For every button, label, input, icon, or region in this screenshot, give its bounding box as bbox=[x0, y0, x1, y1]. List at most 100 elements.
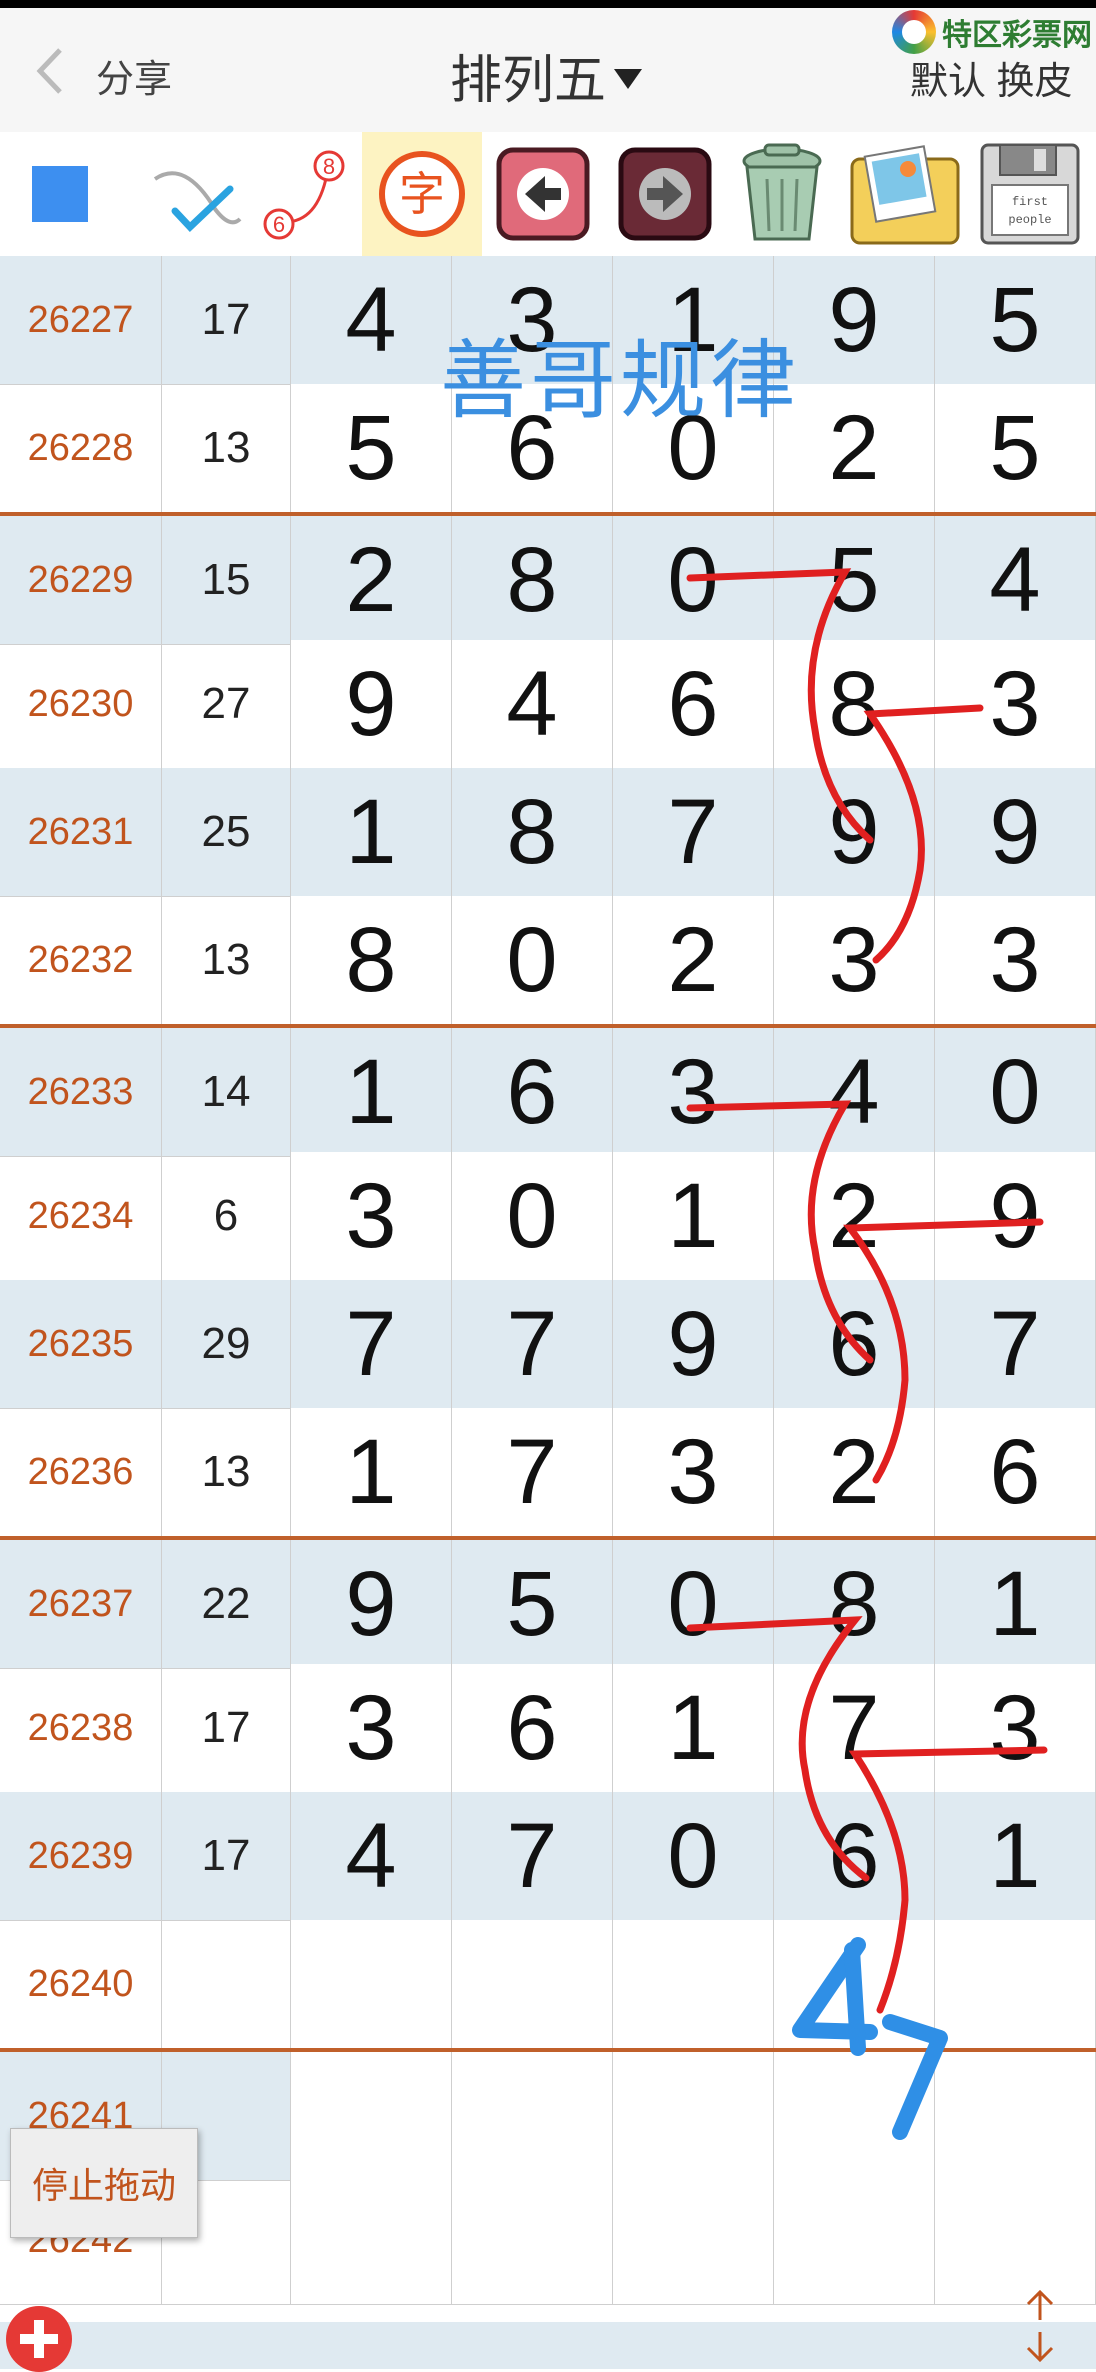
digit-cell[interactable]: 1 bbox=[291, 1408, 452, 1536]
digit-cell[interactable]: 1 bbox=[291, 1028, 452, 1156]
digit-cell[interactable]: 4 bbox=[291, 1792, 452, 1920]
skin-button[interactable]: 默认 换皮 bbox=[910, 50, 1073, 105]
digit-cell[interactable]: 5 bbox=[291, 384, 452, 512]
site-logo: 特区彩票网 bbox=[892, 10, 1092, 54]
drawing-toolbar: 8 6 字 first people bbox=[0, 132, 1096, 257]
digit-cell[interactable]: 1 bbox=[935, 1540, 1096, 1668]
issue-number: 26229 bbox=[0, 516, 162, 644]
digit-cell[interactable]: 3 bbox=[935, 1664, 1096, 1792]
digit-cell[interactable]: 7 bbox=[935, 1280, 1096, 1408]
digit-cell[interactable]: 4 bbox=[935, 516, 1096, 644]
digit-cell[interactable] bbox=[935, 2052, 1096, 2180]
digit-cell[interactable]: 0 bbox=[613, 1540, 774, 1668]
share-button[interactable]: 分享 bbox=[96, 48, 172, 103]
undo-tool[interactable] bbox=[488, 132, 598, 256]
color-tool[interactable] bbox=[10, 132, 110, 256]
link-tool[interactable]: 8 6 bbox=[255, 132, 355, 256]
pen-tool[interactable] bbox=[140, 132, 250, 256]
digit-cell[interactable]: 7 bbox=[291, 1280, 452, 1408]
issue-number: 26232 bbox=[0, 896, 162, 1024]
digit-cell[interactable] bbox=[291, 2176, 452, 2304]
digit-cell[interactable]: 6 bbox=[452, 1028, 613, 1156]
digit-cell[interactable] bbox=[935, 2176, 1096, 2304]
digit-cell[interactable]: 5 bbox=[935, 256, 1096, 384]
digit-cell[interactable]: 7 bbox=[452, 1792, 613, 1920]
digit-cell[interactable]: 1 bbox=[291, 768, 452, 896]
digit-cell[interactable] bbox=[935, 1920, 1096, 2048]
digit-cell[interactable] bbox=[613, 2052, 774, 2180]
digit-cell[interactable]: 3 bbox=[291, 1664, 452, 1792]
scroll-updown-icon[interactable] bbox=[1020, 2286, 1060, 2366]
back-chevron-icon[interactable] bbox=[32, 46, 68, 96]
image-tool[interactable] bbox=[842, 132, 967, 256]
digit-cell[interactable]: 4 bbox=[452, 640, 613, 768]
digit-cell[interactable]: 9 bbox=[935, 1152, 1096, 1280]
digit-cell[interactable] bbox=[613, 2176, 774, 2304]
digit-cell[interactable] bbox=[774, 1920, 935, 2048]
save-tool[interactable]: first people bbox=[968, 132, 1092, 256]
digit-cell[interactable]: 2 bbox=[613, 896, 774, 1024]
digit-cell[interactable]: 3 bbox=[935, 896, 1096, 1024]
digit-cell[interactable]: 1 bbox=[935, 1792, 1096, 1920]
digit-cell[interactable]: 9 bbox=[291, 640, 452, 768]
stop-drag-button[interactable]: 停止拖动 bbox=[10, 2128, 198, 2238]
digit-cell[interactable]: 0 bbox=[613, 516, 774, 644]
digit-cell[interactable]: 8 bbox=[452, 768, 613, 896]
clear-tool[interactable] bbox=[722, 132, 842, 256]
text-tool[interactable]: 字 bbox=[362, 132, 482, 256]
digit-cell[interactable]: 3 bbox=[935, 640, 1096, 768]
digit-cell[interactable]: 7 bbox=[452, 1280, 613, 1408]
table-row: 26230 27 9 4 6 8 3 bbox=[0, 640, 1096, 769]
digit-cell[interactable]: 5 bbox=[774, 516, 935, 644]
digit-cell[interactable]: 0 bbox=[935, 1028, 1096, 1156]
digit-cell[interactable]: 8 bbox=[291, 896, 452, 1024]
digit-cell[interactable] bbox=[291, 2052, 452, 2180]
digit-cell[interactable]: 6 bbox=[774, 1792, 935, 1920]
digit-cell[interactable] bbox=[452, 1920, 613, 2048]
digit-cell[interactable] bbox=[774, 2052, 935, 2180]
digit-cell[interactable]: 6 bbox=[774, 1280, 935, 1408]
digit-cell[interactable]: 7 bbox=[774, 1664, 935, 1792]
table-row: 26232 13 8 0 2 3 3 bbox=[0, 896, 1096, 1025]
digit-cell[interactable]: 9 bbox=[774, 768, 935, 896]
digit-cell[interactable]: 1 bbox=[613, 1152, 774, 1280]
link-bottom-number: 6 bbox=[273, 212, 285, 237]
digit-cell[interactable]: 7 bbox=[613, 768, 774, 896]
add-icon[interactable] bbox=[6, 2306, 72, 2372]
digit-cell[interactable]: 8 bbox=[452, 516, 613, 644]
digit-cell[interactable] bbox=[291, 1920, 452, 2048]
digit-sum: 17 bbox=[162, 1792, 291, 1920]
digit-cell[interactable] bbox=[613, 1920, 774, 2048]
digit-cell[interactable]: 5 bbox=[452, 1540, 613, 1668]
digit-cell[interactable]: 0 bbox=[452, 896, 613, 1024]
digit-cell[interactable] bbox=[452, 2176, 613, 2304]
digit-cell[interactable]: 3 bbox=[613, 1408, 774, 1536]
game-title-dropdown[interactable]: 排列五 bbox=[450, 38, 643, 113]
digit-cell[interactable]: 4 bbox=[291, 256, 452, 384]
digit-cell[interactable]: 2 bbox=[774, 1408, 935, 1536]
digit-cell[interactable]: 0 bbox=[452, 1152, 613, 1280]
digit-cell[interactable]: 9 bbox=[613, 1280, 774, 1408]
digit-cell[interactable]: 3 bbox=[774, 896, 935, 1024]
digit-cell[interactable]: 3 bbox=[291, 1152, 452, 1280]
digit-cell[interactable]: 5 bbox=[935, 384, 1096, 512]
digit-cell[interactable]: 9 bbox=[291, 1540, 452, 1668]
digit-cell[interactable]: 3 bbox=[613, 1028, 774, 1156]
redo-tool[interactable] bbox=[610, 132, 720, 256]
digit-cell[interactable]: 0 bbox=[613, 1792, 774, 1920]
digit-cell[interactable]: 9 bbox=[935, 768, 1096, 896]
digit-cell[interactable] bbox=[452, 2052, 613, 2180]
digit-cell[interactable]: 2 bbox=[291, 516, 452, 644]
digit-cell[interactable]: 2 bbox=[774, 1152, 935, 1280]
digit-cell[interactable]: 1 bbox=[613, 1664, 774, 1792]
digit-cell[interactable]: 7 bbox=[452, 1408, 613, 1536]
watermark-text: 善哥规律 bbox=[440, 333, 800, 429]
digit-cell[interactable]: 6 bbox=[613, 640, 774, 768]
digit-cell[interactable]: 6 bbox=[935, 1408, 1096, 1536]
digit-cell[interactable]: 6 bbox=[452, 1664, 613, 1792]
digit-cell[interactable] bbox=[774, 2176, 935, 2304]
digit-sum: 29 bbox=[162, 1280, 291, 1408]
digit-cell[interactable]: 8 bbox=[774, 640, 935, 768]
digit-cell[interactable]: 8 bbox=[774, 1540, 935, 1668]
digit-cell[interactable]: 4 bbox=[774, 1028, 935, 1156]
